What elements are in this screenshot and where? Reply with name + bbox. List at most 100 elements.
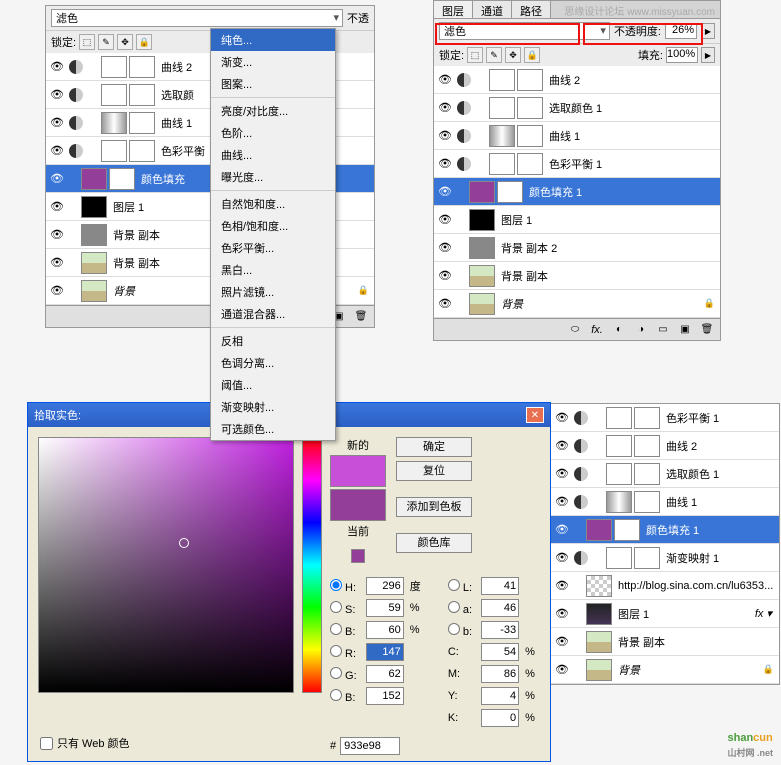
visibility-icon[interactable]: 👁 (49, 143, 65, 159)
h-input[interactable] (366, 577, 404, 595)
dropdown-item[interactable]: 纯色... (211, 29, 335, 51)
dropdown-item[interactable]: 黑白... (211, 259, 335, 281)
tab-paths[interactable]: 路径 (512, 1, 551, 18)
layer-row[interactable]: 👁 选取颜色 1 (551, 460, 779, 488)
layer-name[interactable]: 选取颜色 1 (662, 466, 776, 482)
visibility-icon[interactable]: 👁 (554, 550, 570, 566)
visibility-icon[interactable]: 👁 (437, 212, 453, 228)
a-radio[interactable] (448, 601, 460, 613)
bb2-radio[interactable] (330, 689, 342, 701)
h-radio[interactable] (330, 579, 342, 591)
close-button[interactable]: ✕ (526, 407, 544, 423)
dropdown-item[interactable]: 亮度/对比度... (211, 100, 335, 122)
web-only-check[interactable]: 只有 Web 颜色 (40, 735, 130, 751)
layer-row[interactable]: 👁背景🔒 (434, 290, 720, 318)
link-icon[interactable]: ⬭ (567, 323, 583, 337)
opacity-arrow[interactable]: ▶ (701, 23, 715, 39)
adjustment-icon[interactable]: ◑ (633, 323, 649, 337)
layer-row[interactable]: 👁图层 1 (434, 206, 720, 234)
b-input[interactable] (481, 621, 519, 639)
visibility-icon[interactable]: 👁 (437, 128, 453, 144)
visibility-icon[interactable]: 👁 (554, 634, 570, 650)
add-swatch-button[interactable]: 添加到色板 (396, 497, 472, 517)
layer-row[interactable]: 👁曲线 2 (551, 432, 779, 460)
layer-name[interactable]: 色彩平衡 1 (545, 156, 717, 172)
layer-name[interactable]: 背景 副本 2 (497, 240, 717, 256)
visibility-icon[interactable]: 👁 (554, 606, 570, 622)
layer-name[interactable]: 选取颜色 1 (545, 100, 717, 116)
dropdown-item[interactable]: 曝光度... (211, 166, 335, 188)
layer-name[interactable]: 颜色填充 1 (525, 184, 717, 200)
dropdown-item[interactable]: 色相/饱和度... (211, 215, 335, 237)
k-input[interactable] (481, 709, 519, 727)
layer-name[interactable]: 色彩平衡 1 (662, 410, 776, 426)
layer-row[interactable]: 👁 图层 1fx ▾ (551, 600, 779, 628)
visibility-icon[interactable]: 👁 (49, 199, 65, 215)
blend-mode-select[interactable]: 滤色 (51, 9, 343, 27)
folder-icon[interactable]: ▭ (655, 323, 671, 337)
s-input[interactable] (366, 599, 404, 617)
c-input[interactable] (481, 643, 519, 661)
dropdown-item[interactable]: 色彩平衡... (211, 237, 335, 259)
layer-name[interactable]: 渐变映射 1 (662, 550, 776, 566)
visibility-icon[interactable]: 👁 (554, 438, 570, 454)
layer-row[interactable]: 👁 色彩平衡 1 (434, 150, 720, 178)
layer-name[interactable]: 背景 副本 (614, 634, 776, 650)
lock-position-icon[interactable]: ✥ (117, 34, 133, 50)
layer-row[interactable]: 👁颜色填充 1 (551, 516, 779, 544)
dropdown-item[interactable]: 图案... (211, 73, 335, 95)
layer-row[interactable]: 👁颜色填充 1 (434, 178, 720, 206)
color-cursor[interactable] (179, 538, 189, 548)
dropdown-item[interactable]: 自然饱和度... (211, 193, 335, 215)
visibility-icon[interactable]: 👁 (437, 156, 453, 172)
fill-input[interactable]: 100% (666, 47, 698, 63)
lock-all-icon[interactable]: 🔒 (136, 34, 152, 50)
visibility-icon[interactable]: 👁 (554, 522, 570, 538)
blend-mode-select[interactable]: 滤色 (439, 22, 610, 40)
layer-row[interactable]: 👁 背景 副本 (551, 628, 779, 656)
fx-icon[interactable]: fx. (589, 323, 605, 337)
layer-row[interactable]: 👁背景 副本 (434, 262, 720, 290)
g-input[interactable] (366, 665, 404, 683)
visibility-icon[interactable]: 👁 (49, 115, 65, 131)
s-radio[interactable] (330, 601, 342, 613)
m-input[interactable] (481, 665, 519, 683)
lock-image-icon[interactable]: ✎ (98, 34, 114, 50)
visibility-icon[interactable]: 👁 (554, 410, 570, 426)
visibility-icon[interactable]: 👁 (554, 578, 570, 594)
layer-row[interactable]: 👁 色彩平衡 1 (551, 404, 779, 432)
visibility-icon[interactable]: 👁 (49, 59, 65, 75)
tab-layers[interactable]: 图层 (434, 1, 473, 18)
tab-channels[interactable]: 通道 (473, 1, 512, 18)
visibility-icon[interactable]: 👁 (554, 662, 570, 678)
current-color-preview[interactable] (330, 489, 386, 521)
visibility-icon[interactable]: 👁 (49, 227, 65, 243)
visibility-icon[interactable]: 👁 (49, 255, 65, 271)
layer-row[interactable]: 👁曲线 1 (551, 488, 779, 516)
visibility-icon[interactable]: 👁 (437, 72, 453, 88)
l-input[interactable] (481, 577, 519, 595)
layer-name[interactable]: http://blog.sina.com.cn/lu6353... (614, 580, 776, 592)
lock-all-icon[interactable]: 🔒 (524, 47, 540, 63)
visibility-icon[interactable]: 👁 (554, 466, 570, 482)
reset-button[interactable]: 复位 (396, 461, 472, 481)
layer-row[interactable]: 👁 http://blog.sina.com.cn/lu6353... (551, 572, 779, 600)
layer-name[interactable]: 背景 (497, 296, 702, 312)
new-layer-icon[interactable]: ▣ (677, 323, 693, 337)
lock-transparent-icon[interactable]: ⬚ (79, 34, 95, 50)
bb-radio[interactable] (448, 623, 460, 635)
layer-name[interactable]: 图层 1 (614, 606, 753, 622)
lock-image-icon[interactable]: ✎ (486, 47, 502, 63)
layer-name[interactable]: 背景 副本 (497, 268, 717, 284)
visibility-icon[interactable]: 👁 (437, 100, 453, 116)
a-input[interactable] (481, 599, 519, 617)
visibility-icon[interactable]: 👁 (49, 171, 65, 187)
dropdown-item[interactable]: 渐变... (211, 51, 335, 73)
r-radio[interactable] (330, 645, 342, 657)
lock-transparent-icon[interactable]: ⬚ (467, 47, 483, 63)
visibility-icon[interactable]: 👁 (437, 296, 453, 312)
web-checkbox[interactable] (40, 737, 53, 750)
fx-badge[interactable]: fx ▾ (755, 607, 772, 620)
dropdown-item[interactable]: 通道混合器... (211, 303, 335, 325)
layer-name[interactable]: 曲线 1 (662, 494, 776, 510)
